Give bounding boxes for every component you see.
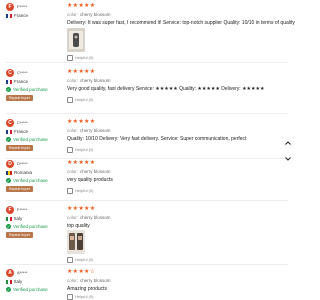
helpful-button[interactable]: Helpful (0) <box>67 55 93 61</box>
thumbs-up-icon <box>67 147 73 153</box>
check-icon: ✓ <box>6 178 11 184</box>
reviewer-name: F***** <box>17 4 28 9</box>
rating-stars: ★★★★☆ <box>67 269 96 275</box>
review-text: top quality <box>67 223 90 229</box>
rating-stars: ★★★★★ <box>67 206 96 212</box>
avatar: F <box>6 3 14 11</box>
review-text: Amazing products <box>67 286 108 292</box>
helpful-button[interactable]: Helpful (0) <box>67 294 93 300</box>
divider <box>6 200 288 201</box>
check-icon: ✓ <box>6 87 11 93</box>
thumbs-up-icon <box>67 55 73 61</box>
reviewer-country: France <box>6 129 28 134</box>
avatar: C <box>6 119 14 127</box>
reviewer-name: D***** <box>17 161 28 166</box>
repeat-buyer-badge: Repeat buyer <box>6 145 34 151</box>
photo-image-icon <box>67 230 85 254</box>
rating-stars: ★★★★★ <box>67 160 96 166</box>
reviewer-country: Italy <box>6 279 22 284</box>
review-item: F F***** Italy ✓ Verified purchase Repeat… <box>0 206 288 264</box>
verified-purchase: ✓ Verified purchase <box>6 178 48 184</box>
thumbs-up-icon <box>67 294 73 300</box>
rating-stars: ★★★★★ <box>67 69 96 75</box>
review-text: Very good quality, fast delivery Service… <box>67 86 265 92</box>
check-icon: ✓ <box>6 224 11 230</box>
check-icon: ✓ <box>6 137 11 143</box>
review-item: C C***** France ✓ Verified purchase Repea… <box>0 69 288 113</box>
reviewer-country: France <box>6 13 28 18</box>
review-item: D D***** Romania ✓ Verified purchase Repe… <box>0 160 288 196</box>
review-text: very quality products <box>67 177 113 183</box>
reviewer-name: C***** <box>17 70 28 75</box>
review-text: Quality: 10/10 Delivery: Very fast deliv… <box>67 136 247 142</box>
helpful-button[interactable]: Helpful (0) <box>67 97 93 103</box>
verified-purchase: ✓ Verified purchase <box>6 87 48 93</box>
chevron-down-icon <box>285 157 291 161</box>
variant-color: color: cherry blossom <box>67 78 111 83</box>
divider <box>6 264 288 265</box>
review-item: A A***** Italy ✓ Verified purchase ★★★★☆ … <box>0 269 288 300</box>
reviewer-name: F***** <box>17 207 28 212</box>
reviewer-country: France <box>6 79 28 84</box>
thumbs-up-icon <box>67 257 73 263</box>
reviewer-name: C***** <box>17 120 28 125</box>
review-photo[interactable] <box>67 230 85 254</box>
variant-color: color: cherry blossom <box>67 12 111 17</box>
photo-image-icon <box>67 28 85 52</box>
chevron-up-icon <box>285 141 291 145</box>
verified-purchase: ✓ Verified purchase <box>6 224 48 230</box>
flag-france-icon <box>6 79 12 84</box>
review-item: F F***** France ★★★★★ color: cherry bloss… <box>0 3 295 63</box>
flag-italy-icon <box>6 216 12 221</box>
review-text: Delivery: It was super fast, I recommend… <box>67 20 295 26</box>
flag-france-icon <box>6 13 12 18</box>
thumbs-up-icon <box>67 97 73 103</box>
variant-color: color: cherry blossom <box>67 278 111 283</box>
divider <box>6 62 288 63</box>
check-icon: ✓ <box>6 287 11 293</box>
variant-color: color: cherry blossom <box>67 128 111 133</box>
helpful-button[interactable]: Helpful (0) <box>67 147 93 153</box>
flag-italy-icon <box>6 279 12 284</box>
rating-stars: ★★★★★ <box>67 3 96 9</box>
review-item: C C***** France ✓ Verified purchase Repea… <box>0 119 288 159</box>
review-photo[interactable] <box>67 28 85 52</box>
avatar: A <box>6 269 14 277</box>
repeat-buyer-badge: Repeat buyer <box>6 95 34 101</box>
verified-purchase: ✓ Verified purchase <box>6 137 48 143</box>
thumbs-up-icon <box>67 188 73 194</box>
repeat-buyer-badge: Repeat buyer <box>6 186 34 192</box>
verified-purchase: ✓ Verified purchase <box>6 287 48 293</box>
variant-color: color: cherry blossom <box>67 215 111 220</box>
helpful-button[interactable]: Helpful (0) <box>67 257 93 263</box>
avatar: F <box>6 206 14 214</box>
divider <box>6 158 288 159</box>
scroll-up-button[interactable] <box>283 139 293 149</box>
scroll-down-button[interactable] <box>283 155 293 165</box>
divider <box>6 113 288 114</box>
variant-color: color: cherry blossom <box>67 169 111 174</box>
flag-france-icon <box>6 129 12 134</box>
flag-romania-icon <box>6 170 12 175</box>
rating-stars: ★★★★★ <box>67 119 96 125</box>
helpful-button[interactable]: Helpful (0) <box>67 188 93 194</box>
reviewer-country: Italy <box>6 216 22 221</box>
reviewer-country: Romania <box>6 170 32 175</box>
avatar: C <box>6 69 14 77</box>
avatar: D <box>6 160 14 168</box>
reviewer-name: A***** <box>17 270 28 275</box>
repeat-buyer-badge: Repeat buyer <box>6 232 34 238</box>
